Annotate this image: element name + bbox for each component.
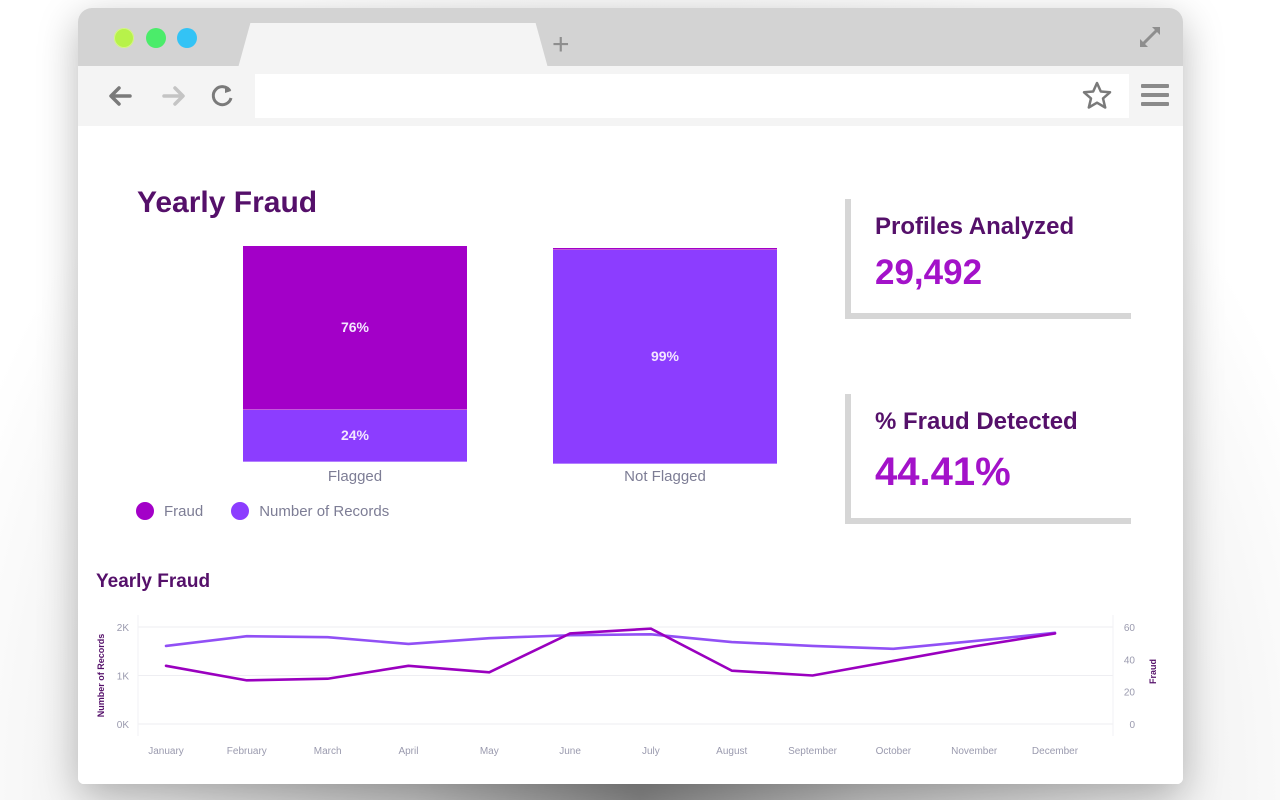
- y-tick-label-left: 0K: [117, 720, 130, 731]
- line-chart: 0K 1K 2K 0 20 40 60 Number of Records Fraud Janua…: [96, 615, 1158, 757]
- y-axis-label-left: Number of Records: [96, 634, 106, 718]
- y-tick-label-right: 40: [1124, 655, 1136, 666]
- x-tick-label: November: [951, 746, 998, 757]
- x-tick-label: June: [559, 746, 581, 757]
- y-axis-label-right: Fraud: [1148, 659, 1158, 684]
- x-tick-label: March: [314, 746, 342, 757]
- window-close-button[interactable]: [114, 28, 134, 48]
- x-tick-label: July: [642, 746, 660, 757]
- x-tick-label: October: [876, 746, 912, 757]
- x-tick-label: May: [480, 746, 499, 757]
- x-tick-label: January: [148, 746, 184, 757]
- x-tick-label: August: [716, 746, 747, 757]
- browser-toolbar: [78, 66, 1183, 126]
- hamburger-menu-icon[interactable]: [1141, 84, 1169, 108]
- browser-window: + Yearly Fraud 76% 24% Flagged 99% Not Flagg…: [78, 8, 1183, 784]
- address-bar[interactable]: [255, 74, 1129, 118]
- browser-tab[interactable]: [238, 23, 548, 68]
- expand-icon[interactable]: [1135, 22, 1165, 52]
- forward-arrow-icon[interactable]: [158, 80, 190, 112]
- reload-icon[interactable]: [206, 80, 238, 112]
- star-icon[interactable]: [1081, 80, 1113, 112]
- new-tab-button[interactable]: +: [552, 30, 570, 60]
- window-maximize-button[interactable]: [177, 28, 197, 48]
- title-bar: +: [78, 8, 1183, 68]
- y-tick-label-left: 1K: [117, 672, 130, 683]
- y-tick-label-right: 20: [1124, 688, 1136, 699]
- x-tick-label: April: [398, 746, 418, 757]
- window-minimize-button[interactable]: [146, 28, 166, 48]
- records-line[interactable]: [164, 631, 1057, 651]
- y-tick-label-left: 2K: [117, 623, 130, 634]
- x-tick-label: December: [1032, 746, 1079, 757]
- x-tick-label: September: [788, 746, 838, 757]
- plus-icon: +: [552, 28, 570, 61]
- back-arrow-icon[interactable]: [104, 80, 136, 112]
- y-tick-label-right: 60: [1124, 623, 1136, 634]
- x-tick-label: February: [227, 746, 267, 757]
- y-tick-label-right: 0: [1129, 720, 1135, 731]
- dashboard-page: Yearly Fraud 76% 24% Flagged 99% Not Flagged…: [78, 126, 1183, 784]
